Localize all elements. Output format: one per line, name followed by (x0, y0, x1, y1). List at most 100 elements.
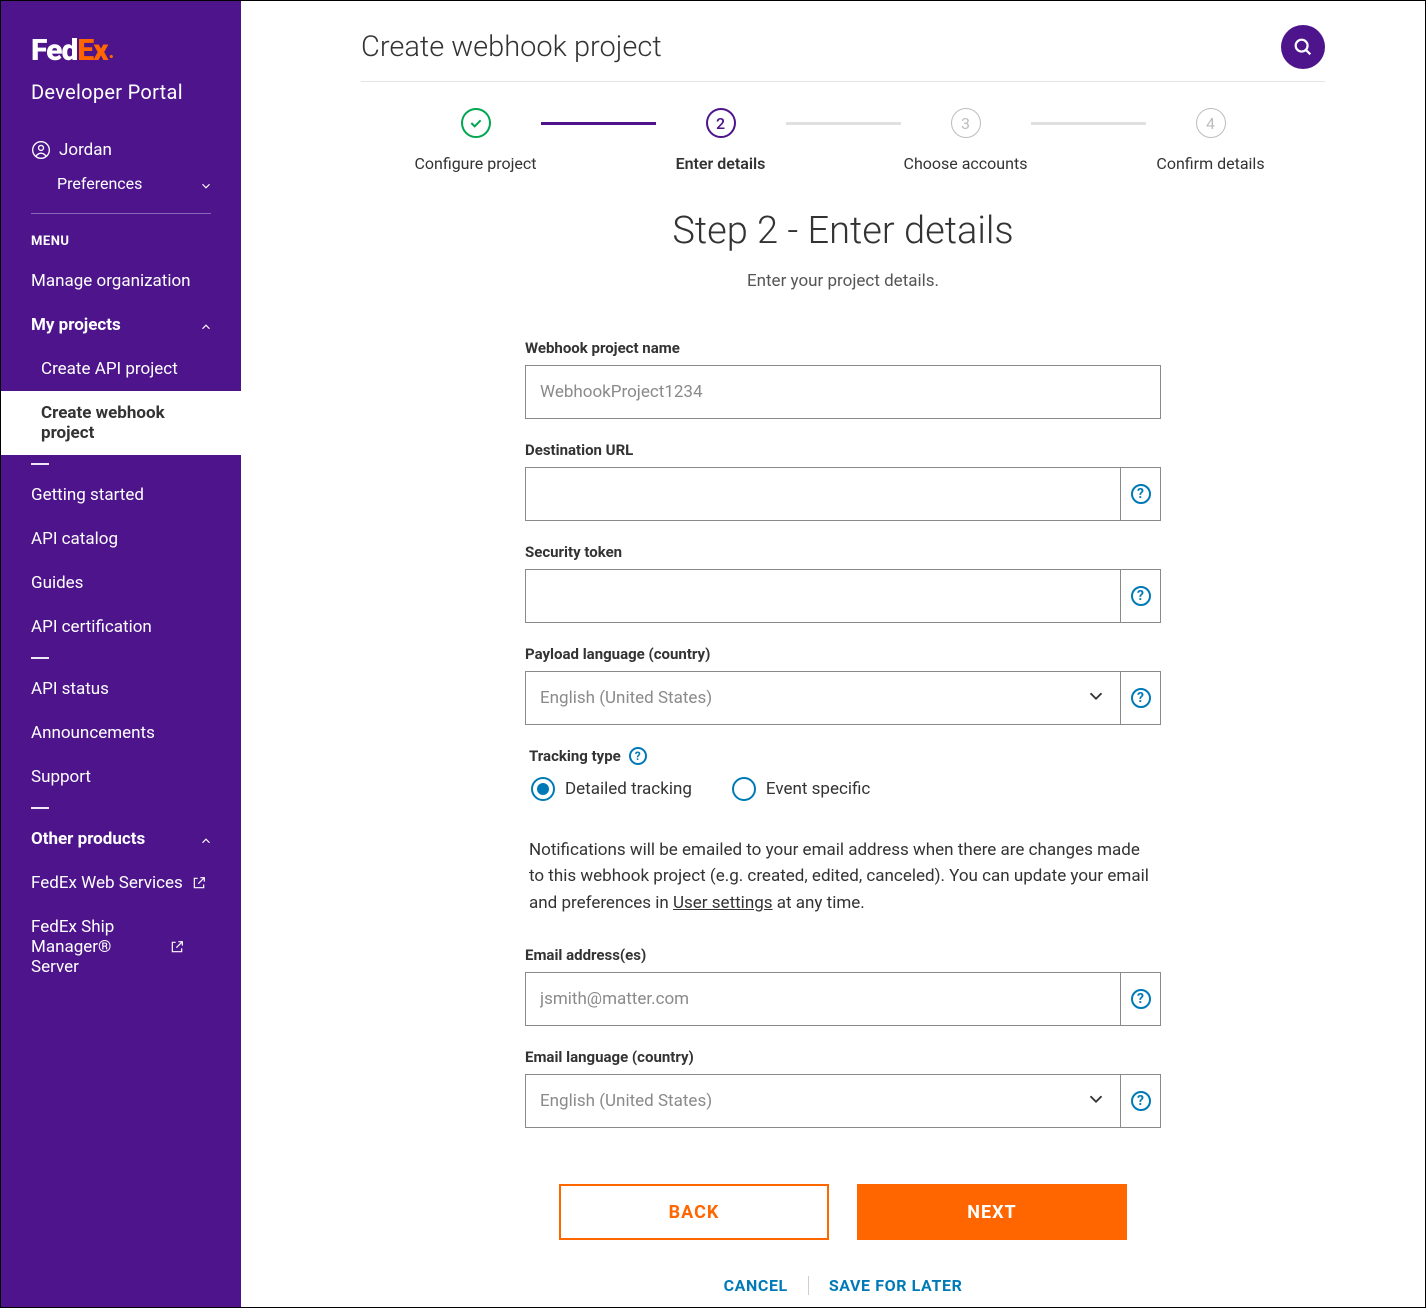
nav-api-status[interactable]: API status (1, 667, 241, 711)
email-language-label: Email language (country) (525, 1048, 1161, 1066)
notification-note: Notifications will be emailed to your em… (525, 837, 1161, 916)
email-addresses-help[interactable]: ? (1121, 972, 1161, 1026)
step-connector (786, 122, 901, 125)
nav-fedex-ship-manager-server[interactable]: FedEx Ship Manager® Server (1, 905, 241, 989)
user-name-row[interactable]: Jordan (31, 140, 211, 160)
radio-selected-icon (537, 783, 549, 795)
email-addresses-label: Email address(es) (525, 946, 1161, 964)
stepper: Configure project 2 Enter details 3 Choo… (361, 108, 1325, 173)
next-button[interactable]: NEXT (857, 1184, 1127, 1240)
save-for-later-link[interactable]: SAVE FOR LATER (809, 1276, 983, 1295)
payload-language-help[interactable]: ? (1121, 671, 1161, 725)
step-configure-project: Configure project (411, 108, 541, 173)
step-circle-future: 3 (951, 108, 981, 138)
nav-guides[interactable]: Guides (1, 561, 241, 605)
step-label: Enter details (676, 154, 766, 173)
tracking-type-label: Tracking type (529, 747, 621, 765)
radio-detailed-tracking[interactable]: Detailed tracking (531, 777, 692, 801)
back-button[interactable]: BACK (559, 1184, 829, 1240)
brand-block: FedEx. Developer Portal (1, 33, 241, 116)
nav-label: Other products (31, 829, 145, 849)
security-token-help[interactable]: ? (1121, 569, 1161, 623)
form: Webhook project name Destination URL ? S… (525, 339, 1161, 1295)
email-language-select[interactable] (525, 1074, 1121, 1128)
nav-manage-organization[interactable]: Manage organization (1, 259, 241, 303)
nav-support[interactable]: Support (1, 755, 241, 799)
tracking-type-help[interactable]: ? (629, 747, 647, 765)
user-icon (31, 140, 51, 160)
step-heading: Step 2 - Enter details (361, 209, 1325, 253)
help-icon: ? (1131, 989, 1151, 1009)
nav-label: Guides (31, 573, 83, 593)
payload-language-label: Payload language (country) (525, 645, 1161, 663)
nav-section-divider (31, 463, 49, 465)
help-icon: ? (1131, 688, 1151, 708)
step-connector (541, 122, 656, 125)
page-title: Create webhook project (361, 30, 662, 64)
step-connector (1031, 122, 1146, 125)
sidebar: FedEx. Developer Portal Jordan Preferenc… (1, 1, 241, 1307)
note-text-post: at any time. (773, 893, 865, 913)
email-language-help[interactable]: ? (1121, 1074, 1161, 1128)
step-label: Confirm details (1156, 154, 1264, 173)
help-icon: ? (1131, 586, 1151, 606)
chevron-down-icon (199, 178, 211, 190)
step-subheading: Enter your project details. (361, 271, 1325, 291)
project-name-label: Webhook project name (525, 339, 1161, 357)
cancel-link[interactable]: CANCEL (704, 1276, 808, 1295)
nav-section-divider (31, 657, 49, 659)
nav-label: API catalog (31, 529, 118, 549)
radio-label: Event specific (766, 779, 870, 799)
search-icon (1292, 36, 1314, 58)
nav-label: API status (31, 679, 109, 699)
nav-api-catalog[interactable]: API catalog (1, 517, 241, 561)
step-label: Choose accounts (904, 154, 1028, 173)
logo-dot: . (109, 42, 113, 63)
nav-my-projects[interactable]: My projects (1, 303, 241, 347)
help-icon: ? (1131, 1091, 1151, 1111)
nav-label: API certification (31, 617, 152, 637)
logo-fed-text: Fed (31, 33, 77, 68)
check-icon (468, 115, 484, 131)
external-link-icon (191, 875, 207, 891)
radio-label: Detailed tracking (565, 779, 692, 799)
search-button[interactable] (1281, 25, 1325, 69)
step-circle-future: 4 (1196, 108, 1226, 138)
step-label: Configure project (414, 154, 536, 173)
portal-title: Developer Portal (31, 80, 211, 104)
user-settings-link[interactable]: User settings (673, 893, 773, 913)
user-name: Jordan (59, 140, 112, 160)
nav-api-certification[interactable]: API certification (1, 605, 241, 649)
external-link-icon (169, 939, 185, 955)
fedex-logo: FedEx. (31, 33, 112, 68)
nav-label: Getting started (31, 485, 144, 505)
destination-url-help[interactable]: ? (1121, 467, 1161, 521)
destination-url-label: Destination URL (525, 441, 1161, 459)
help-icon: ? (1131, 484, 1151, 504)
nav-fedex-web-services[interactable]: FedEx Web Services (1, 861, 241, 905)
nav-label: My projects (31, 315, 121, 335)
destination-url-input[interactable] (525, 467, 1121, 521)
chevron-up-icon (199, 833, 211, 845)
nav-create-api-project[interactable]: Create API project (1, 347, 241, 391)
step-circle-done (461, 108, 491, 138)
nav-label: FedEx Web Services (31, 873, 183, 893)
step-confirm-details: 4 Confirm details (1146, 108, 1276, 173)
nav-getting-started[interactable]: Getting started (1, 473, 241, 517)
nav-create-webhook-project[interactable]: Create webhook project (1, 391, 241, 455)
nav-label: Announcements (31, 723, 155, 743)
nav-other-products[interactable]: Other products (1, 817, 241, 861)
project-name-input[interactable] (525, 365, 1161, 419)
email-addresses-input[interactable] (525, 972, 1121, 1026)
chevron-up-icon (199, 319, 211, 331)
nav-announcements[interactable]: Announcements (1, 711, 241, 755)
header-divider (361, 81, 1325, 82)
security-token-input[interactable] (525, 569, 1121, 623)
preferences-label: Preferences (57, 174, 142, 193)
radio-event-specific[interactable]: Event specific (732, 777, 870, 801)
logo-ex-text: Ex (77, 33, 107, 68)
preferences-row[interactable]: Preferences (31, 160, 211, 207)
step-circle-active: 2 (706, 108, 736, 138)
payload-language-select[interactable] (525, 671, 1121, 725)
security-token-label: Security token (525, 543, 1161, 561)
